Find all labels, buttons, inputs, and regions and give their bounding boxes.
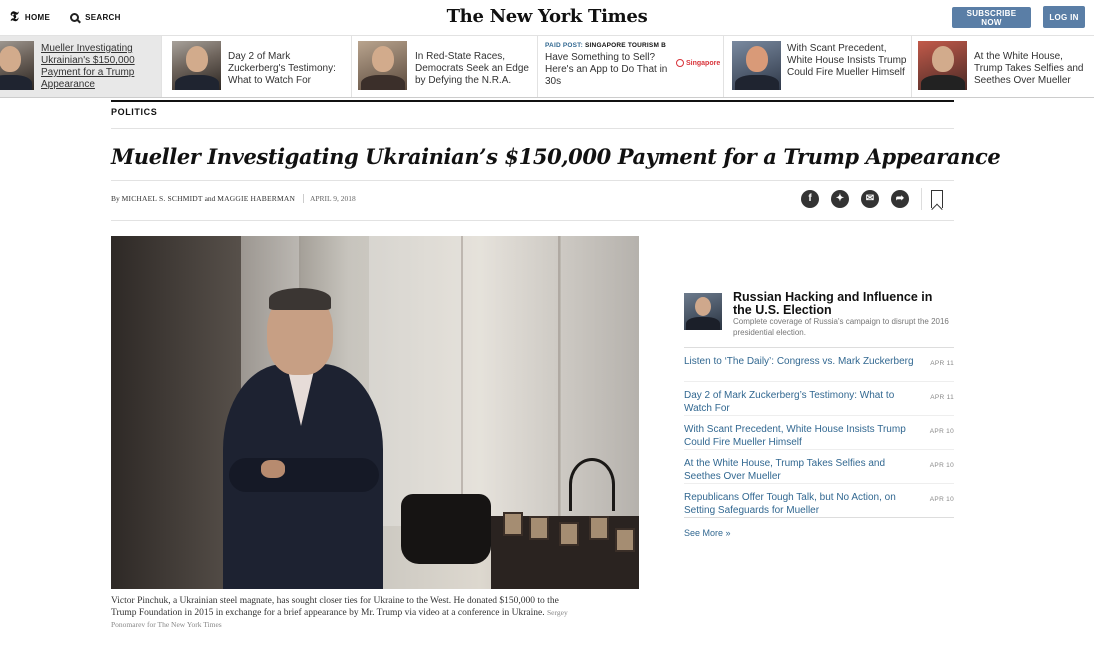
twitter-icon[interactable]: ✦ [831, 190, 849, 208]
ribbon-thumbnail [0, 41, 34, 90]
ribbon-thumbnail [732, 41, 781, 90]
divider [921, 188, 922, 210]
story-ribbon: Mueller Investigating Ukrainian's $150,0… [0, 35, 1094, 98]
byline: By MICHAEL S. SCHMIDT and MAGGIE HABERMA… [111, 194, 356, 203]
author-link[interactable]: MICHAEL S. SCHMIDT [122, 194, 203, 203]
section-rule [111, 100, 954, 102]
article-headline: Mueller Investigating Ukrainian’s $150,0… [111, 144, 1001, 169]
sponsor-logo: Singapore [676, 59, 720, 67]
masthead: 𝕿 HOME SEARCH The New York Times SUBSCRI… [0, 0, 1094, 36]
ribbon-headline: Day 2 of Mark Zuckerberg's Testimony: Wh… [228, 51, 336, 86]
story-date: APR 10 [929, 428, 954, 435]
facebook-icon[interactable]: f [801, 190, 819, 208]
story-link[interactable]: Republicans Offer Tough Talk, but No Act… [684, 492, 916, 517]
ribbon-item[interactable]: Mueller Investigating Ukrainian's $150,0… [0, 36, 162, 97]
subscribe-button[interactable]: SUBSCRIBE NOW [952, 7, 1031, 28]
story-link[interactable]: Listen to ‘The Daily’: Congress vs. Mark… [684, 356, 916, 369]
see-more-link[interactable]: See More » [684, 528, 731, 538]
email-icon[interactable]: ✉ [861, 190, 879, 208]
singapore-logo-icon [676, 59, 684, 67]
ribbon-item[interactable]: Day 2 of Mark Zuckerberg's Testimony: Wh… [162, 36, 352, 97]
ribbon-item[interactable]: In Red-State Races, Democrats Seek an Ed… [352, 36, 538, 97]
sidebar-title[interactable]: Russian Hacking and Influence in the U.S… [733, 291, 948, 317]
ribbon-headline: Have Something to Sell? Here's an App to… [545, 52, 668, 87]
divider [111, 128, 954, 129]
photo-caption: Victor Pinchuk, a Ukrainian steel magnat… [111, 596, 568, 629]
nyt-logo[interactable]: The New York Times [0, 6, 1094, 27]
ribbon-thumbnail [358, 41, 407, 90]
section-kicker[interactable]: POLITICS [111, 107, 157, 117]
author-link[interactable]: MAGGIE HABERMAN [217, 194, 295, 203]
list-item[interactable]: With Scant Precedent, White House Insist… [684, 416, 954, 450]
divider [111, 220, 954, 221]
ribbon-headline: With Scant Precedent, White House Insist… [787, 43, 907, 78]
story-link[interactable]: At the White House, Trump Takes Selfies … [684, 458, 916, 483]
ribbon-item[interactable]: At the White House, Trump Takes Selfies … [912, 36, 1094, 97]
ribbon-thumbnail [918, 41, 967, 90]
sidebar-thumbnail[interactable] [684, 293, 722, 330]
story-date: APR 10 [929, 462, 954, 469]
story-date: APR 11 [930, 360, 954, 367]
sidebar-story-list: Listen to ‘The Daily’: Congress vs. Mark… [684, 347, 954, 518]
ribbon-item[interactable]: With Scant Precedent, White House Insist… [724, 36, 912, 97]
divider [111, 180, 954, 181]
ribbon-paid-post[interactable]: PAID POST: SINGAPORE TOURISM B Have Some… [538, 36, 724, 97]
lead-photo [111, 236, 639, 589]
list-item[interactable]: At the White House, Trump Takes Selfies … [684, 450, 954, 484]
list-item[interactable]: Listen to ‘The Daily’: Congress vs. Mark… [684, 348, 954, 382]
paid-post-label: PAID POST: SINGAPORE TOURISM B [545, 42, 666, 49]
story-link[interactable]: Day 2 of Mark Zuckerberg’s Testimony: Wh… [684, 390, 916, 415]
story-date: APR 10 [929, 496, 954, 503]
ribbon-headline: Mueller Investigating Ukrainian's $150,0… [41, 43, 135, 90]
ribbon-headline: In Red-State Races, Democrats Seek an Ed… [415, 51, 529, 86]
ribbon-thumbnail [172, 41, 221, 90]
ribbon-headline: At the White House, Trump Takes Selfies … [974, 51, 1084, 86]
list-item[interactable]: Republicans Offer Tough Talk, but No Act… [684, 484, 954, 518]
login-button[interactable]: LOG IN [1043, 6, 1085, 28]
share-tools: f ✦ ✉ ➦ [801, 190, 909, 208]
bookmark-icon[interactable] [931, 190, 943, 208]
share-icon[interactable]: ➦ [891, 190, 909, 208]
story-date: APR 11 [930, 394, 954, 401]
publish-date: APRIL 9, 2018 [302, 194, 356, 203]
story-link[interactable]: With Scant Precedent, White House Insist… [684, 424, 916, 449]
list-item[interactable]: Day 2 of Mark Zuckerberg’s Testimony: Wh… [684, 382, 954, 416]
sidebar-description: Complete coverage of Russia's campaign t… [733, 317, 949, 337]
